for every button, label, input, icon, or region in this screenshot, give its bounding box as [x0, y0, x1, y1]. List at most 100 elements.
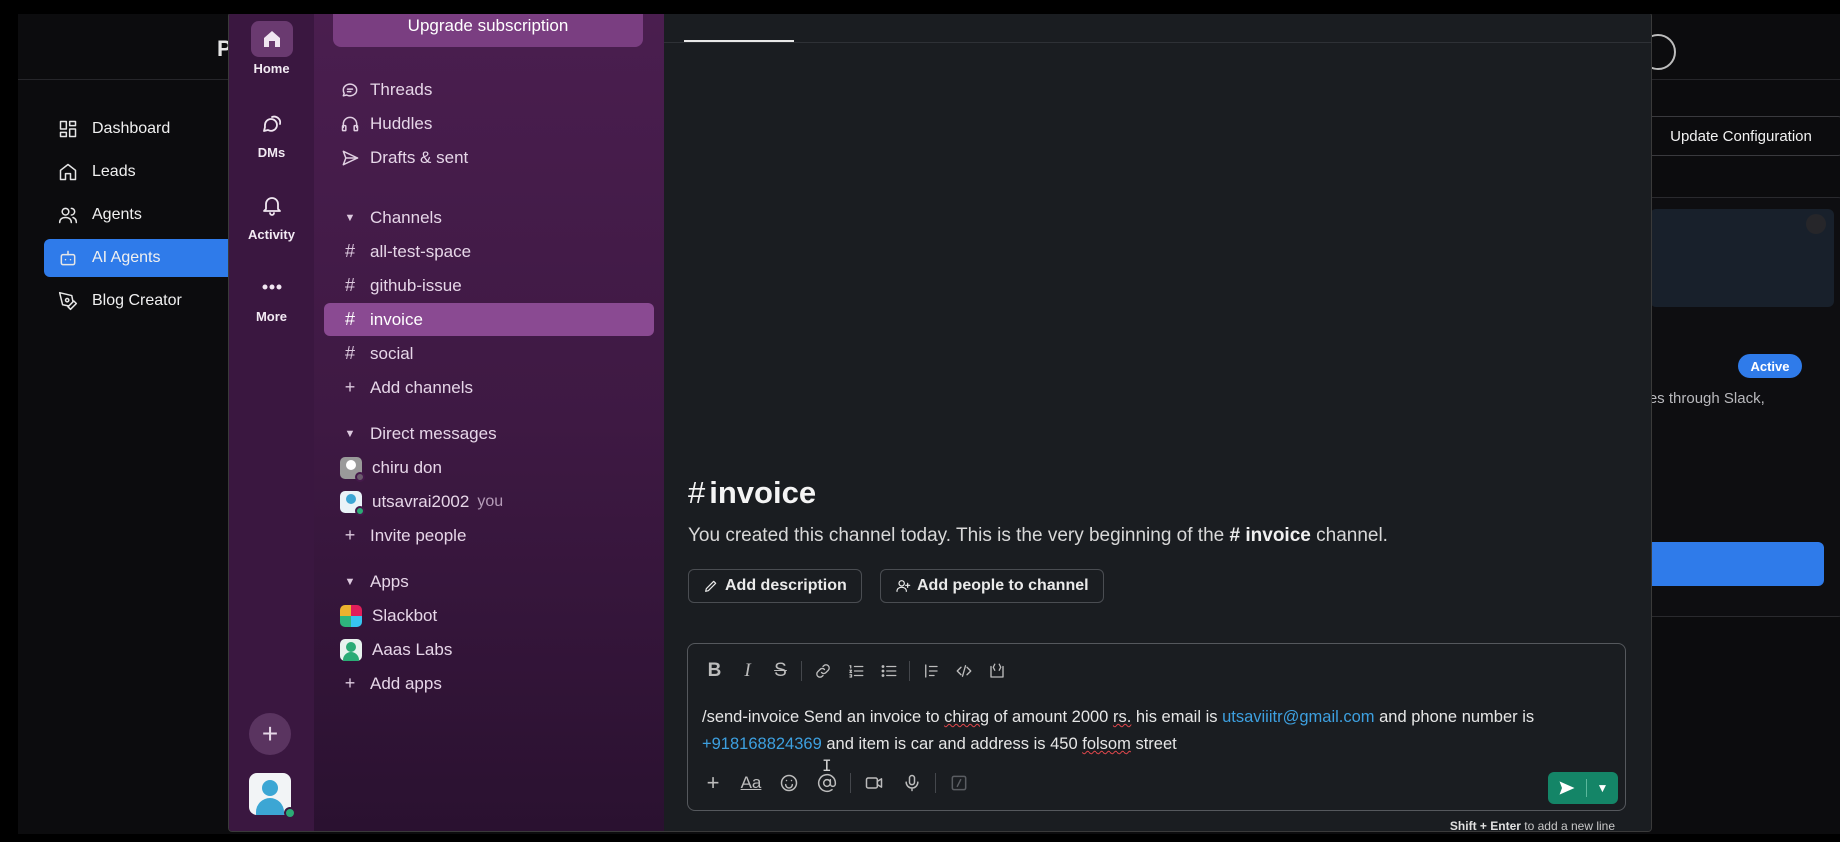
video-button[interactable]: [855, 768, 893, 798]
nav-item-leads[interactable]: Leads: [44, 153, 234, 191]
misspelled-word: folsom: [1082, 735, 1131, 753]
direct-messages-section-header[interactable]: ▼ Direct messages: [324, 417, 654, 450]
dm-name: chiru don: [372, 457, 442, 477]
intro-channel-link[interactable]: # invoice: [1230, 525, 1311, 546]
channel-name: social: [370, 343, 414, 363]
plus-icon: +: [344, 525, 356, 545]
bell-icon: [251, 187, 293, 223]
toolbar-divider: [935, 773, 936, 793]
nav-item-agents[interactable]: Agents: [44, 196, 234, 234]
sidebar-item-aaas-labs[interactable]: Aaas Labs: [324, 633, 654, 666]
dashboard-icon: [58, 119, 78, 139]
section-header-label: Direct messages: [370, 423, 497, 443]
bot-icon: [58, 248, 78, 268]
add-apps-button[interactable]: + Add apps: [324, 667, 654, 700]
sidebar-item-slackbot[interactable]: Slackbot: [324, 599, 654, 632]
add-people-button[interactable]: Add people to channel: [880, 569, 1104, 603]
strikethrough-button[interactable]: S: [764, 656, 797, 686]
nav-item-dashboard[interactable]: Dashboard: [44, 110, 234, 148]
italic-button[interactable]: I: [731, 656, 764, 686]
code-button[interactable]: [947, 656, 980, 686]
headphones-icon: [340, 114, 360, 134]
code-icon: [956, 665, 971, 677]
message-composer[interactable]: B I S /send-invoice Send an invoice to c…: [687, 643, 1626, 811]
sidebar-item-invoice[interactable]: # invoice: [324, 303, 654, 336]
upgrade-subscription-button[interactable]: Upgrade subscription: [333, 14, 643, 47]
sidebar-item-dm-chiru-don[interactable]: chiru don: [324, 451, 654, 484]
message-text: of amount 2000: [989, 708, 1113, 726]
video-icon: [865, 777, 883, 789]
screen: P Dashboard Leads Agents AI Agents Blog …: [18, 14, 1840, 834]
send-icon: [340, 148, 360, 168]
sidebar-item-huddles[interactable]: Huddles: [324, 107, 654, 140]
background-sidebar-nav: Dashboard Leads Agents AI Agents Blog Cr…: [44, 110, 234, 325]
plus-icon[interactable]: +: [249, 713, 291, 755]
rail-more[interactable]: More: [229, 269, 314, 324]
at-sign-icon: [817, 773, 837, 793]
formatting-toggle-button[interactable]: Aa: [732, 768, 770, 798]
channel-title: # invoice: [688, 475, 816, 511]
sidebar-item-threads[interactable]: Threads: [324, 73, 654, 106]
add-people-label: Add people to channel: [917, 577, 1089, 594]
channels-section-header[interactable]: ▼ Channels: [324, 201, 654, 234]
rail-home-label: Home: [253, 61, 290, 76]
bold-button[interactable]: B: [698, 656, 731, 686]
invite-people-button[interactable]: + Invite people: [324, 519, 654, 552]
email-link[interactable]: utsaviiitr@gmail.com: [1222, 708, 1374, 726]
audio-button[interactable]: [893, 768, 931, 798]
phone-link[interactable]: +918168824369: [702, 735, 822, 753]
section-header-label: Apps: [370, 571, 409, 591]
update-configuration-button[interactable]: Update Configuration: [1638, 116, 1840, 156]
emoji-button[interactable]: [770, 768, 808, 798]
bulleted-list-button[interactable]: [872, 656, 905, 686]
ordered-list-icon: [848, 665, 863, 678]
message-input[interactable]: /send-invoice Send an invoice to chirag …: [702, 704, 1612, 758]
tab-divider: [664, 42, 1651, 43]
rail-activity[interactable]: Activity: [229, 187, 314, 242]
sidebar-item-label: Drafts & sent: [370, 147, 469, 167]
sidebar-item-dm-utsavrai2002[interactable]: utsavrai2002 you: [324, 485, 654, 518]
nav-item-ai-agents[interactable]: AI Agents: [44, 239, 234, 277]
add-apps-label: Add apps: [370, 673, 442, 693]
sidebar-item-github-issue[interactable]: # github-issue: [324, 269, 654, 302]
attach-button[interactable]: +: [694, 768, 732, 798]
hash-icon: #: [344, 275, 355, 295]
add-channels-button[interactable]: + Add channels: [324, 371, 654, 404]
ordered-list-button[interactable]: [839, 656, 872, 686]
formatting-toolbar: B I S: [698, 656, 1013, 686]
slash-command-button[interactable]: [940, 768, 978, 798]
rail-dms[interactable]: DMs: [229, 105, 314, 160]
agent-card-primary-button[interactable]: [1638, 542, 1824, 586]
channel-main-pane: # invoice You created this channel today.…: [664, 14, 1651, 831]
blockquote-button[interactable]: [914, 656, 947, 686]
channel-intro: You created this channel today. This is …: [688, 525, 1388, 547]
dm-name: utsavrai2002: [372, 491, 470, 511]
code-block-button[interactable]: [980, 656, 1013, 686]
sidebar-item-drafts[interactable]: Drafts & sent: [324, 141, 654, 174]
home-icon: [250, 21, 293, 57]
rail-home[interactable]: Home: [229, 21, 314, 76]
home-icon: [58, 162, 78, 182]
message-text: street: [1130, 735, 1177, 753]
rail-dms-label: DMs: [257, 145, 286, 160]
sidebar-item-social[interactable]: # social: [324, 337, 654, 370]
chevron-down-icon[interactable]: ▼: [1587, 772, 1618, 804]
apps-section-header[interactable]: ▼ Apps: [324, 565, 654, 598]
sidebar-item-all-test-space[interactable]: # all-test-space: [324, 235, 654, 268]
intro-prefix: You created this channel today. This is …: [688, 525, 1225, 546]
hint-text: to add a new line: [1524, 819, 1615, 832]
send-button[interactable]: ▼: [1548, 772, 1618, 804]
hash-icon: #: [344, 241, 355, 261]
microphone-icon: [905, 774, 919, 792]
message-text: and phone number is: [1374, 708, 1535, 726]
toolbar-divider: [801, 661, 802, 681]
nav-item-label: Leads: [92, 163, 136, 180]
channel-name: invoice: [370, 309, 423, 329]
emoji-icon: [780, 774, 798, 792]
nav-item-blog-creator[interactable]: Blog Creator: [44, 282, 234, 320]
link-button[interactable]: [806, 656, 839, 686]
misspelled-word: chirag: [944, 708, 990, 726]
composer-hint: Shift + Enter to add a new line: [1450, 819, 1615, 832]
agent-card-menu-icon[interactable]: [1806, 214, 1826, 234]
add-description-button[interactable]: Add description: [688, 569, 862, 603]
